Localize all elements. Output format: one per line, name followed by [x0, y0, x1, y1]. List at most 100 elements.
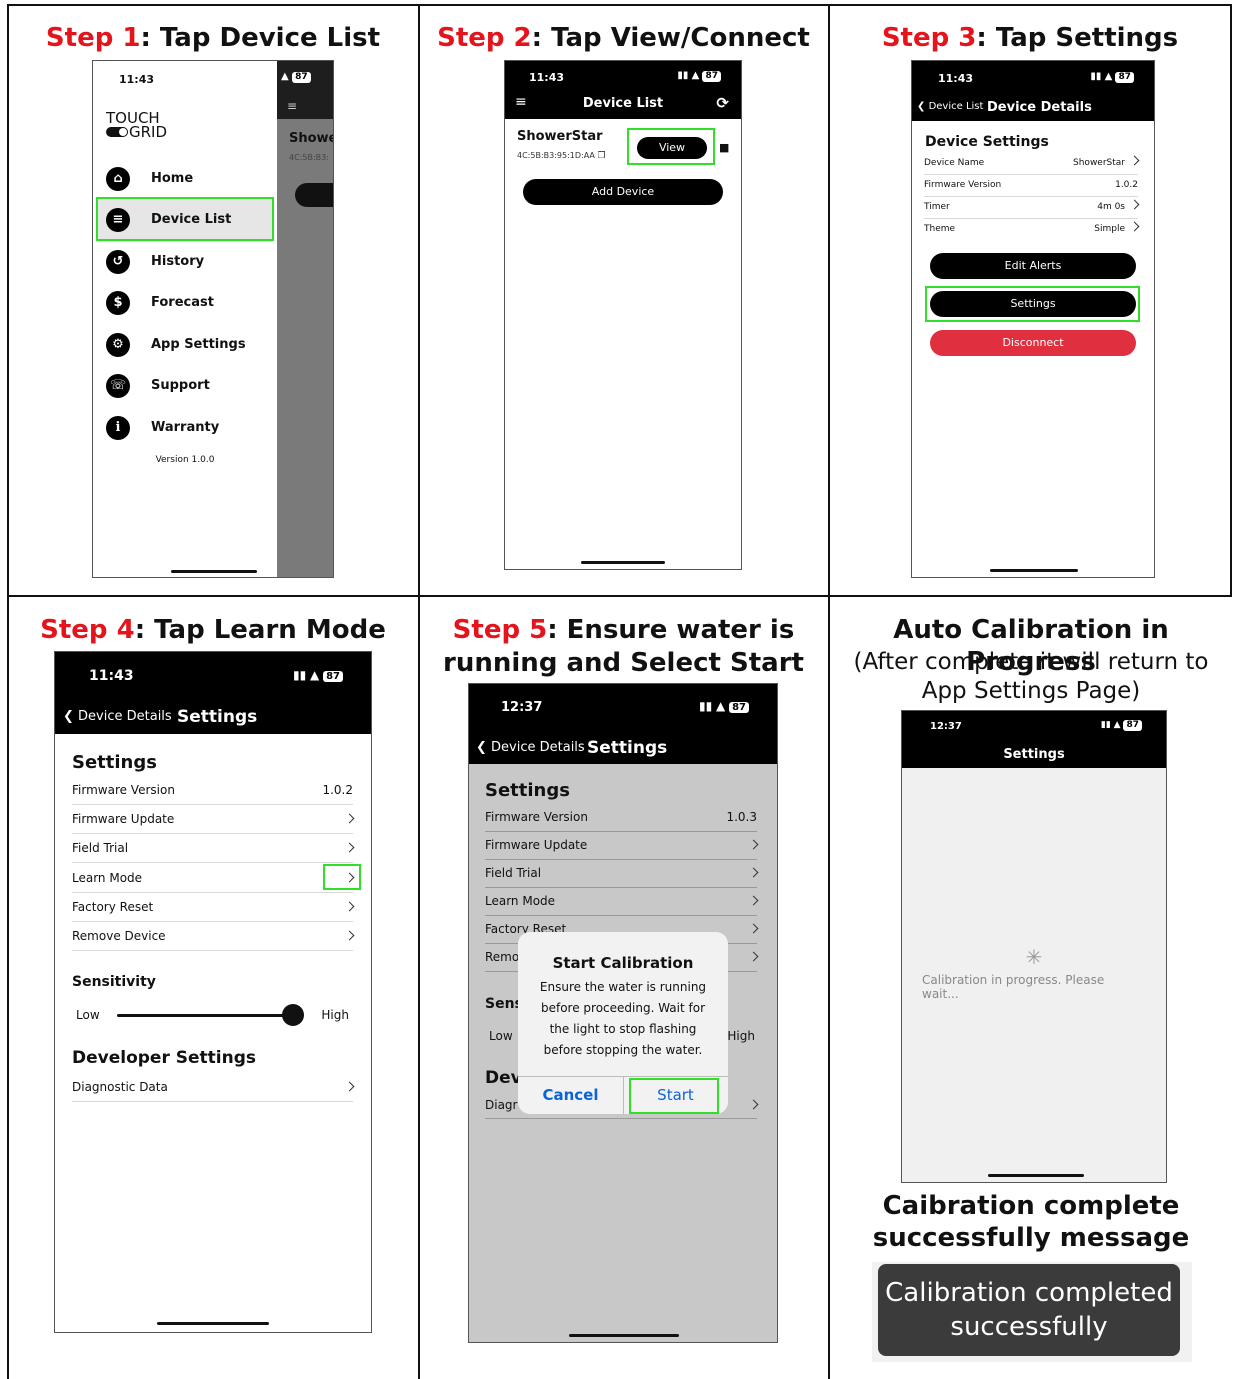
menu-item-history[interactable]: History [151, 254, 204, 269]
page-title: Settings [1003, 747, 1065, 762]
chevron-right-icon [344, 901, 355, 912]
grid-line [1230, 4, 1232, 596]
row-learn-mode[interactable]: Learn Mode [485, 888, 759, 916]
trash-icon[interactable]: ■ [719, 141, 729, 154]
header-bar: 12:37 ▮▮ ▲︎ 87 ❮ Device Details Settings [469, 684, 777, 764]
row-firmware-version: Firmware Version 1.0.2 [72, 776, 353, 805]
highlight-view [627, 128, 715, 165]
step6-subtitle-1: (After complete it will return to [853, 649, 1209, 675]
menu-item-home[interactable]: Home [151, 171, 193, 186]
menu-item-forecast[interactable]: Forecast [151, 295, 214, 310]
phone-step1: 11:43 ▲︎ 87 ≡ Showe 4C:5B:B3: TOUCH GRID… [92, 60, 334, 578]
peek-view-button [295, 183, 333, 207]
home-indicator [581, 561, 665, 564]
back-link[interactable]: ❮ Device List [917, 101, 983, 112]
row-remove-device[interactable]: Remove Device [72, 922, 355, 951]
app-logo: TOUCH GRID [106, 109, 168, 141]
chevron-right-icon [748, 1099, 759, 1110]
step5-heading-line2: running and Select Start [443, 648, 804, 678]
chevron-right-icon [344, 813, 355, 824]
row-firmware-update[interactable]: Firmware Update [485, 832, 759, 860]
dollar-icon: $ [106, 291, 130, 315]
calibration-complete-toast: Calibration completed successfully [878, 1264, 1180, 1356]
home-indicator [157, 1322, 269, 1325]
slider-low-label: Low [489, 1029, 513, 1043]
dialog-message: Ensure the water is running before proce… [539, 980, 707, 1057]
slider-high-label: High [727, 1029, 755, 1043]
edit-alerts-button[interactable]: Edit Alerts [930, 253, 1136, 279]
dialog-title: Start Calibration [552, 954, 694, 972]
cancel-button[interactable]: Cancel [518, 1086, 623, 1104]
device-name: ShowerStar [517, 129, 603, 144]
chevron-right-icon [1129, 221, 1140, 232]
step3-heading: Step 3: Tap Settings [881, 23, 1179, 53]
complete-heading-1: Caibration complete [882, 1191, 1180, 1221]
row-diagnostic-data[interactable]: Diagnostic Data [72, 1074, 355, 1102]
grid-line [7, 4, 9, 1379]
status-time: 11:43 [529, 71, 565, 84]
row-device-name[interactable]: Device Name ShowerStar [924, 153, 1140, 175]
sensitivity-slider-track[interactable] [117, 1014, 293, 1017]
grid-line [7, 4, 1232, 6]
home-icon: ⌂ [106, 167, 130, 191]
status-icons: ▮▮ ▲︎ 87 [677, 70, 721, 82]
page-title: Device List [582, 96, 664, 111]
status-icons: ▮▮ ▲︎ 87 [699, 699, 749, 713]
headset-icon: ☏ [106, 374, 130, 398]
add-device-button[interactable]: Add Device [523, 179, 723, 205]
phone-step4: 11:43 ▮▮ ▲︎ 87 ❮ Device Details Settings… [54, 651, 372, 1333]
chevron-right-icon [344, 1081, 355, 1092]
highlight-start [629, 1078, 719, 1114]
phone-step6: 12:37 ▮▮ ▲︎ 87 Settings ✳ Calibration in… [901, 710, 1167, 1183]
row-timer[interactable]: Timer 4m 0s [924, 197, 1140, 219]
row-firmware-version: Firmware Version 1.0.2 [924, 175, 1138, 197]
row-learn-mode[interactable]: Learn Mode [72, 863, 355, 893]
home-indicator [569, 1334, 679, 1337]
status-time: 12:37 [501, 700, 543, 715]
menu-item-warranty[interactable]: Warranty [151, 420, 219, 435]
row-field-trial[interactable]: Field Trial [485, 860, 759, 888]
hamburger-icon[interactable]: ≡ [287, 99, 297, 113]
slider-low-label: Low [76, 1008, 100, 1022]
menu-item-support[interactable]: Support [151, 378, 210, 393]
row-field-trial[interactable]: Field Trial [72, 834, 355, 863]
info-icon: i [106, 416, 130, 440]
chevron-right-icon [1129, 199, 1140, 210]
disconnect-button[interactable]: Disconnect [930, 330, 1136, 356]
row-factory-reset[interactable]: Factory Reset [72, 893, 355, 922]
step6-subtitle-2: App Settings Page) [921, 678, 1141, 704]
page-title: Settings [177, 707, 258, 727]
section-title: Device Settings [925, 134, 1049, 150]
sensitivity-slider-thumb[interactable] [282, 1004, 304, 1026]
chevron-right-icon [748, 895, 759, 906]
history-icon: ↺ [106, 250, 130, 274]
spinner-icon: ✳ [1025, 945, 1043, 969]
step2-heading: Step 2: Tap View/Connect [437, 23, 810, 53]
highlight-settings [925, 286, 1140, 322]
chevron-right-icon [344, 930, 355, 941]
complete-heading-2: successfully message [872, 1223, 1190, 1253]
menu-item-app-settings[interactable]: App Settings [151, 337, 246, 352]
back-link[interactable]: ❮ Device Details [476, 740, 585, 755]
chevron-right-icon [748, 923, 759, 934]
header-bar: 11:43 ▮▮ ▲︎ 87 ❮ Device List Device Deta… [912, 61, 1154, 121]
back-link[interactable]: ❮ Device Details [63, 709, 172, 724]
section-title: Settings [72, 752, 157, 773]
sensitivity-title: Sensitivity [72, 974, 156, 990]
developer-settings-title: Developer Settings [72, 1048, 257, 1068]
chevron-right-icon [1129, 155, 1140, 166]
copy-icon: ❐ [597, 151, 606, 161]
section-title: Settings [485, 780, 570, 801]
row-theme[interactable]: Theme Simple [924, 219, 1140, 241]
refresh-icon[interactable]: ⟳ [716, 94, 729, 112]
status-time: 12:37 [930, 721, 962, 732]
app-version: Version 1.0.0 [155, 455, 215, 465]
chevron-right-icon [344, 842, 355, 853]
peek-device-name: Showe [289, 131, 334, 146]
status-icons: ▮▮ ▲︎ 87 [1090, 71, 1134, 83]
chevron-right-icon [748, 839, 759, 850]
status-time: 11:43 [938, 72, 974, 85]
home-indicator [988, 1174, 1084, 1177]
row-firmware-update[interactable]: Firmware Update [72, 805, 355, 834]
step4-heading: Step 4: Tap Learn Mode [40, 615, 386, 645]
